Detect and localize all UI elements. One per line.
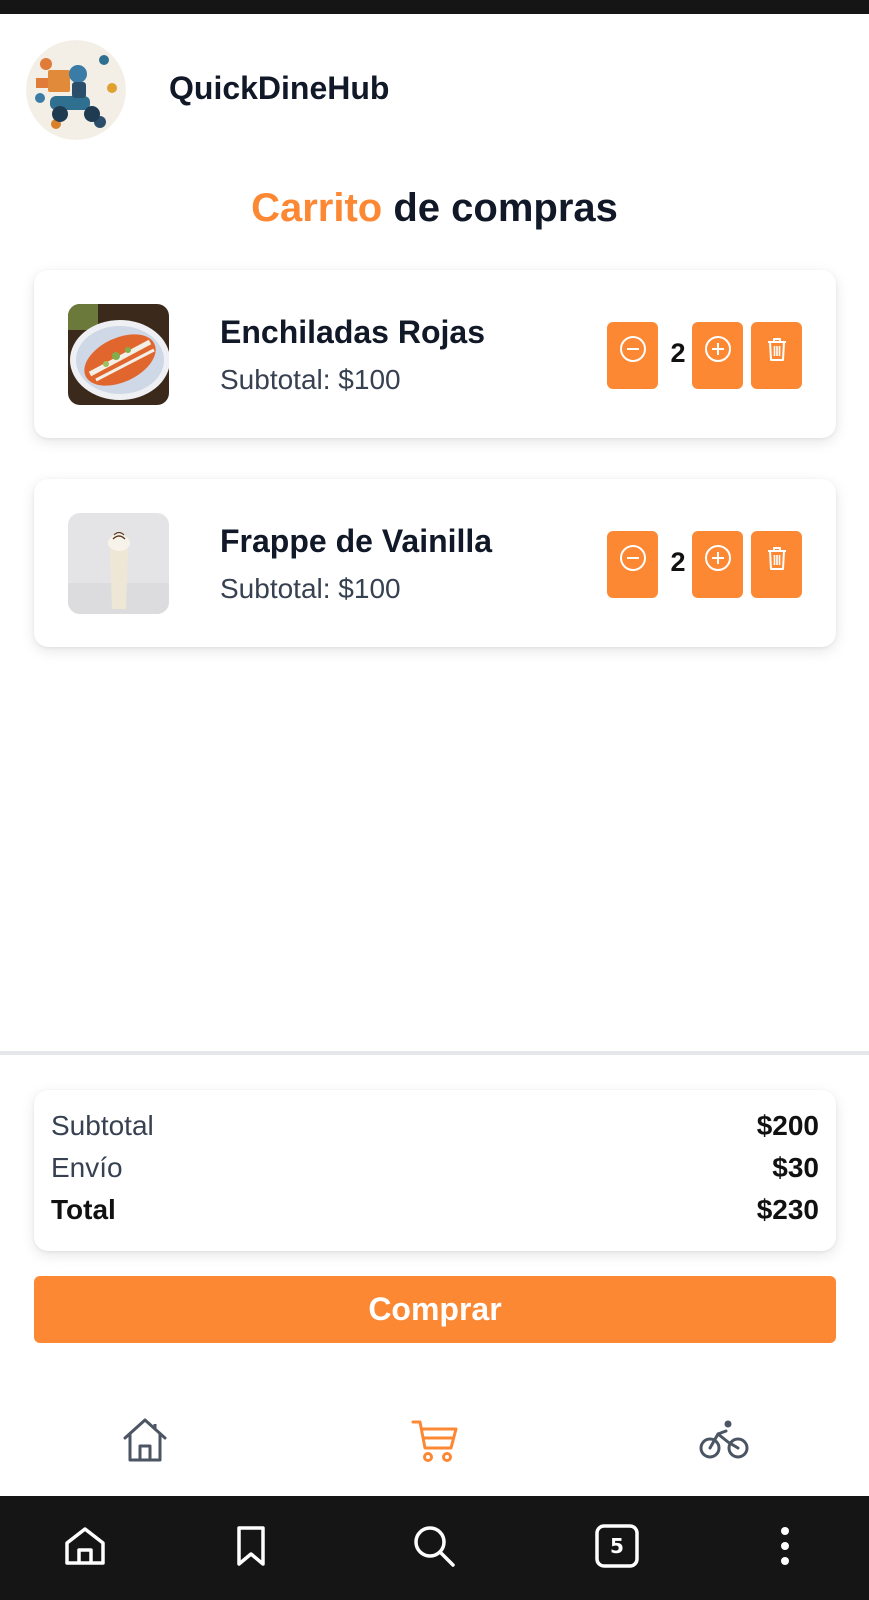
cart-item: Enchiladas Rojas Subtotal: $100 2 [34,270,836,438]
browser-toolbar: 5 [0,1496,869,1600]
item-image-enchiladas [68,304,169,405]
trash-icon [767,338,786,361]
item-subtotal: Subtotal: $100 [220,364,401,395]
browser-search-button[interactable] [406,1518,462,1574]
tabs-count: 5 [610,1534,624,1558]
cart-item: Frappe de Vainilla Subtotal: $100 2 [34,479,836,647]
buy-button[interactable]: Comprar [34,1276,836,1343]
page-title: Carrito de compras [0,186,869,231]
summary-subtotal-value: $200 [756,1110,819,1141]
nav-cart[interactable] [405,1410,465,1470]
cart-icon [411,1420,458,1462]
increase-quantity-button[interactable] [692,531,743,598]
minus-circle-icon [619,336,646,362]
bookmark-icon [237,1526,265,1566]
summary-shipping-label: Envío [51,1152,123,1183]
trash-icon [767,547,786,570]
brand-name: QuickDineHub [169,70,390,106]
decrease-quantity-button[interactable] [607,531,658,598]
system-status-bar [0,0,869,14]
home-icon [123,1418,167,1462]
increase-quantity-button[interactable] [692,322,743,389]
browser-home-button[interactable] [57,1518,113,1574]
quantity-value: 2 [670,547,686,577]
remove-item-button[interactable] [751,322,802,389]
brand-logo [26,40,126,140]
home-icon [65,1527,105,1565]
decrease-quantity-button[interactable] [607,322,658,389]
more-vertical-icon [781,1527,789,1565]
quantity-value: 2 [670,338,686,368]
summary-total-label: Total [51,1194,116,1225]
remove-item-button[interactable] [751,531,802,598]
item-image-frappe [68,513,169,614]
order-summary: Subtotal $200 Envío $30 Total $230 [34,1090,836,1251]
summary-total-value: $230 [756,1194,819,1225]
bottom-nav [0,1400,869,1496]
summary-shipping-value: $30 [772,1152,819,1183]
summary-subtotal-label: Subtotal [51,1110,154,1141]
bicycle-icon [699,1420,749,1459]
page-title-accent: Carrito [251,186,383,230]
summary-shipping-row: Envío $30 [51,1148,819,1188]
page-title-rest: de compras [393,186,618,230]
summary-total-row: Total $230 [51,1190,819,1230]
item-name: Enchiladas Rojas [220,314,485,350]
summary-subtotal-row: Subtotal $200 [51,1106,819,1146]
section-divider [0,1051,869,1055]
minus-circle-icon [619,545,646,571]
app-header: QuickDineHub [0,14,869,164]
nav-home[interactable] [115,1410,175,1470]
plus-circle-icon [704,545,731,571]
browser-tabs-button[interactable]: 5 [589,1518,645,1574]
plus-circle-icon [704,336,731,362]
item-subtotal: Subtotal: $100 [220,573,401,604]
browser-bookmark-button[interactable] [223,1518,279,1574]
browser-menu-button[interactable] [757,1518,813,1574]
search-icon [414,1526,455,1567]
nav-delivery[interactable] [694,1410,754,1470]
item-name: Frappe de Vainilla [220,523,493,559]
